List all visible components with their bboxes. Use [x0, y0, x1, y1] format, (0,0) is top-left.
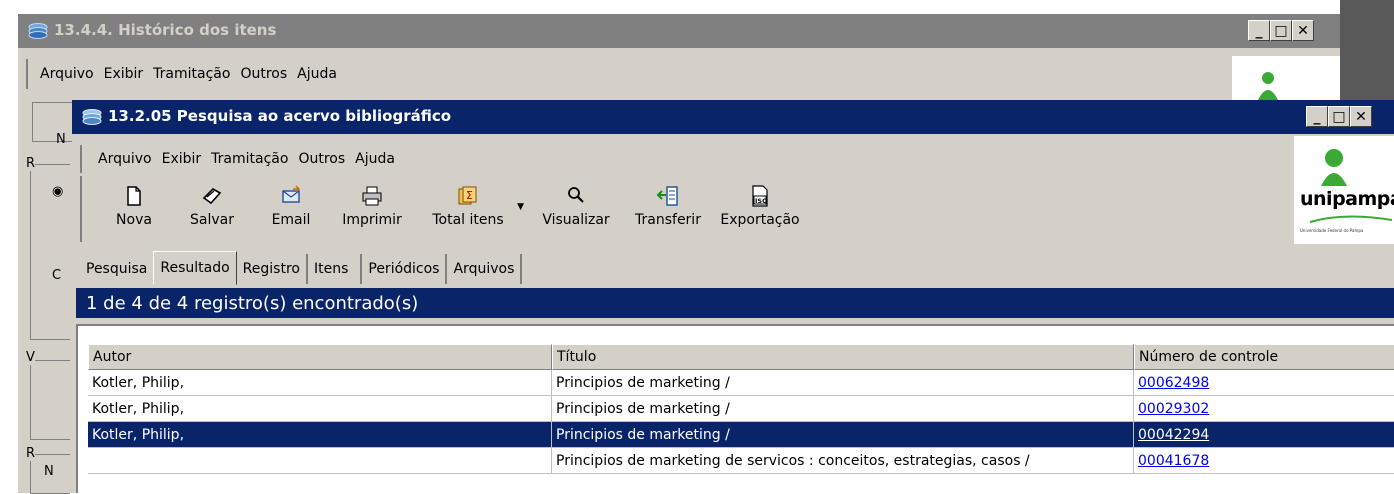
toolbar: Nova Salvar Email Imprimir Σ Total itens…: [80, 176, 1292, 242]
search-window: 13.2.05 Pesquisa ao acervo bibliográfico…: [72, 100, 1394, 493]
tab-arquivos[interactable]: Arquivos: [447, 254, 523, 284]
transfer-icon: [656, 186, 678, 206]
salvar-button[interactable]: Salvar: [170, 176, 254, 242]
save-icon: [202, 188, 222, 205]
menu-outros[interactable]: Outros: [240, 66, 287, 82]
menu-ajuda[interactable]: Ajuda: [355, 151, 395, 167]
menu-outros[interactable]: Outros: [298, 151, 345, 167]
table-row[interactable]: Kotler, Philip, Principios de marketing …: [88, 396, 1394, 422]
fragment-label-r2: R: [26, 446, 36, 461]
tab-strip: Pesquisa Resultado Registro Itens Periód…: [80, 250, 1394, 285]
table-row-selected[interactable]: Kotler, Philip, Principios de marketing …: [88, 422, 1394, 448]
app-stack-icon: [82, 109, 102, 125]
menu-exibir[interactable]: Exibir: [162, 151, 202, 167]
salvar-label: Salvar: [190, 212, 234, 228]
minimize-button[interactable]: _: [1306, 106, 1328, 127]
visualizar-label: Visualizar: [542, 212, 610, 228]
cell-titulo: Principios de marketing de servicos : co…: [552, 448, 1134, 474]
cell-numero: 00029302: [1134, 396, 1394, 422]
menu-tramitacao[interactable]: Tramitação: [153, 66, 230, 82]
cell-autor: [88, 448, 552, 474]
cell-autor: Kotler, Philip,: [88, 396, 552, 422]
column-header-titulo[interactable]: Título: [552, 344, 1134, 370]
close-button[interactable]: ✕: [1292, 20, 1314, 41]
result-count-text: 1 de 4 de 4 registro(s) encontrado(s): [86, 292, 419, 314]
cell-numero: 00041678: [1134, 448, 1394, 474]
printer-icon: [362, 186, 382, 206]
exportacao-label: Exportação: [720, 212, 800, 228]
fragment-label-n2: N: [44, 464, 54, 479]
total-items-icon: Σ: [458, 186, 477, 205]
maximize-button[interactable]: □: [1328, 106, 1350, 127]
svg-text:ISO: ISO: [755, 197, 768, 205]
grid-header: Autor Título Número de controle: [88, 344, 1394, 370]
control-number-link[interactable]: 00062498: [1138, 375, 1209, 391]
transferir-button[interactable]: Transferir: [624, 176, 712, 242]
exportacao-button[interactable]: ISO Exportação: [712, 176, 808, 242]
visualizar-button[interactable]: Visualizar: [528, 176, 624, 242]
menu-tramitacao[interactable]: Tramitação: [211, 151, 288, 167]
new-document-icon: [127, 186, 141, 206]
cell-autor: Kotler, Philip,: [88, 422, 552, 448]
unipampa-logo-text: unipampa: [1300, 188, 1394, 210]
control-number-link[interactable]: 00041678: [1138, 453, 1209, 469]
cell-numero: 00062498: [1134, 370, 1394, 396]
cell-numero: 00042294: [1134, 422, 1394, 448]
dropdown-arrow-icon[interactable]: ▼: [517, 202, 524, 212]
table-row[interactable]: Principios de marketing de servicos : co…: [88, 448, 1394, 474]
cell-titulo: Principios de marketing /: [552, 396, 1134, 422]
transferir-label: Transferir: [635, 212, 701, 228]
tab-resultado[interactable]: Resultado: [153, 251, 237, 285]
history-menubar: Arquivo Exibir Tramitação Outros Ajuda: [26, 59, 1230, 89]
menu-exibir[interactable]: Exibir: [104, 66, 144, 82]
history-window-titlebar[interactable]: 13.4.4. Histórico dos itens _ □ ✕: [18, 14, 1340, 48]
maximize-button[interactable]: □: [1270, 20, 1292, 41]
search-menubar: Arquivo Exibir Tramitação Outros Ajuda: [80, 145, 1292, 173]
tab-registro[interactable]: Registro: [237, 254, 308, 284]
control-number-link[interactable]: 00042294: [1138, 427, 1209, 443]
email-button[interactable]: Email: [254, 176, 328, 242]
search-window-title: 13.2.05 Pesquisa ao acervo bibliográfico: [108, 107, 452, 125]
fragment-label-r: R: [26, 156, 36, 171]
unipampa-logo-subtext: Universidade Federal do Pampa: [1300, 228, 1364, 233]
cell-autor: Kotler, Philip,: [88, 370, 552, 396]
menu-arquivo[interactable]: Arquivo: [40, 66, 94, 82]
result-count-banner: 1 de 4 de 4 registro(s) encontrado(s): [76, 288, 1394, 318]
menu-arquivo[interactable]: Arquivo: [98, 151, 152, 167]
radio-button[interactable]: ◉: [52, 184, 63, 199]
nova-button[interactable]: Nova: [98, 176, 170, 242]
email-icon: [282, 185, 300, 203]
iso-export-icon: ISO: [752, 185, 768, 207]
email-label: Email: [271, 212, 311, 228]
magnifier-icon: [568, 187, 584, 203]
app-stack-icon: [28, 23, 48, 39]
column-header-numero[interactable]: Número de controle: [1134, 344, 1394, 370]
nova-label: Nova: [116, 212, 152, 228]
unipampa-logo: unipampa Universidade Federal do Pampa: [1294, 136, 1394, 244]
column-header-autor[interactable]: Autor: [88, 344, 552, 370]
svg-text:Σ: Σ: [466, 189, 473, 202]
table-row[interactable]: Kotler, Philip, Principios de marketing …: [88, 370, 1394, 396]
tab-itens[interactable]: Itens: [308, 254, 363, 284]
imprimir-label: Imprimir: [342, 212, 402, 228]
fragment-label-v: V: [26, 350, 35, 365]
tab-pesquisa[interactable]: Pesquisa: [80, 254, 153, 284]
fragment-label-c: C: [52, 268, 62, 283]
menu-ajuda[interactable]: Ajuda: [297, 66, 337, 82]
cell-titulo: Principios de marketing /: [552, 422, 1134, 448]
results-grid: Autor Título Número de controle Kotler, …: [76, 324, 1394, 493]
total-itens-label: Total itens: [432, 212, 504, 228]
close-button[interactable]: ✕: [1350, 106, 1372, 127]
control-number-link[interactable]: 00029302: [1138, 401, 1209, 417]
search-window-titlebar[interactable]: 13.2.05 Pesquisa ao acervo bibliográfico…: [72, 100, 1394, 134]
tab-periodicos[interactable]: Periódicos: [362, 254, 448, 284]
history-window-title: 13.4.4. Histórico dos itens: [54, 21, 277, 39]
cell-titulo: Principios de marketing /: [552, 370, 1134, 396]
total-itens-button[interactable]: Σ Total itens ▼: [416, 176, 524, 242]
history-side-panel: N R ◉ C V R N: [26, 92, 72, 494]
minimize-button[interactable]: _: [1248, 20, 1270, 41]
fragment-label-n: N: [56, 132, 66, 147]
imprimir-button[interactable]: Imprimir: [328, 176, 416, 242]
